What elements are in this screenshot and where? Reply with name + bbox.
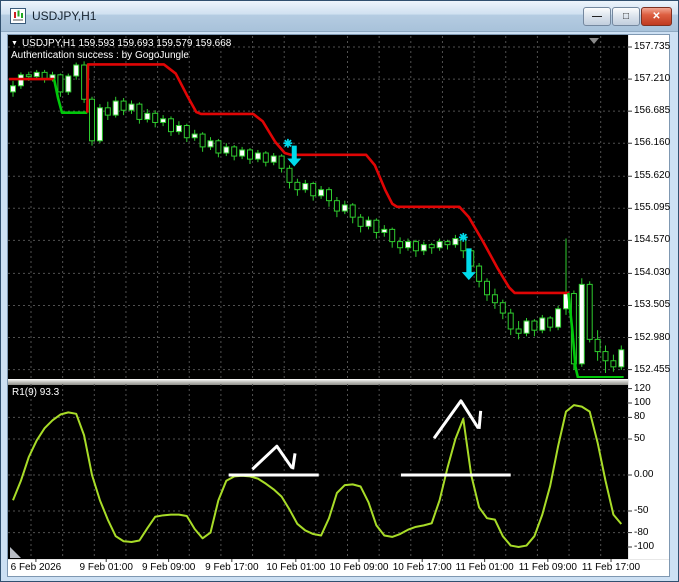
osc-label: -80: [634, 526, 649, 538]
symbol-ohlc-label: USDJPY,H1 159.593 159.693 159.579 159.66…: [21, 38, 232, 49]
osc-label: 0.00: [634, 469, 654, 480]
close-button[interactable]: ✕: [641, 7, 672, 26]
price-label: 157.210: [634, 73, 671, 85]
time-label: 9 Feb 01:00: [79, 562, 133, 573]
chart-client-area: 157.735 157.210 156.685 156.160 155.620 155.0…: [7, 34, 670, 577]
time-label: 11 Feb 09:00: [518, 562, 577, 573]
price-label: 154.570: [634, 234, 671, 246]
price-label: 156.685: [634, 105, 671, 117]
main-chart-pane[interactable]: [8, 35, 627, 379]
indicator-value-line: R1(9) 93.3: [12, 387, 59, 398]
maximize-button[interactable]: □: [612, 7, 640, 26]
symbol-dropdown-icon[interactable]: ▼: [11, 39, 18, 49]
indicator-pane[interactable]: [8, 385, 627, 559]
osc-label: 100: [634, 397, 651, 408]
osc-label: 50: [634, 433, 646, 444]
time-label: 10 Feb 17:00: [392, 562, 452, 573]
osc-label: 120: [634, 382, 651, 394]
time-label: 10 Feb 09:00: [329, 562, 389, 573]
price-label: 153.505: [634, 299, 671, 311]
osc-label: -100: [634, 541, 655, 552]
chart-icon: [10, 8, 26, 24]
price-label: 155.620: [634, 170, 671, 182]
price-label: 156.160: [634, 137, 671, 149]
minimize-button[interactable]: —: [583, 7, 611, 26]
time-axis[interactable]: 6 Feb 2026 9 Feb 01:00 9 Feb 09:00 9 Feb 17…: [8, 559, 669, 576]
symbol-ohlc-line: ▼ USDJPY,H1 159.593 159.693 159.579 159.…: [11, 38, 231, 49]
time-label: 9 Feb 17:00: [205, 562, 259, 573]
osc-label: -50: [634, 505, 649, 516]
title-bar[interactable]: USDJPY,H1 — □ ✕: [1, 1, 678, 32]
price-label: 155.095: [634, 202, 671, 214]
chart-window: USDJPY,H1 — □ ✕ 157.735 157.210 156.685 156…: [0, 0, 679, 582]
minimize-icon: —: [592, 11, 602, 22]
price-label: 152.980: [634, 331, 671, 343]
price-label: 154.030: [634, 267, 671, 279]
price-label: 152.455: [634, 363, 671, 375]
auth-status-label: Authentication success : by GogoJungle: [11, 50, 189, 61]
close-icon: ✕: [652, 11, 661, 22]
price-label: 157.735: [634, 41, 671, 52]
time-label: 11 Feb 17:00: [581, 562, 641, 573]
osc-label: 80: [634, 411, 646, 423]
auth-status-line: Authentication success : by GogoJungle: [11, 50, 189, 61]
time-label: 10 Feb 01:00: [266, 562, 326, 573]
time-label: 9 Feb 09:00: [141, 562, 196, 573]
price-axis[interactable]: 157.735 157.210 156.685 156.160 155.620 155.0…: [628, 35, 671, 559]
indicator-value-label: R1(9) 93.3: [12, 387, 60, 398]
window-title: USDJPY,H1: [32, 9, 97, 23]
time-label: 11 Feb 01:00: [455, 562, 514, 573]
time-label: 6 Feb 2026: [10, 562, 62, 573]
maximize-icon: □: [622, 11, 630, 22]
